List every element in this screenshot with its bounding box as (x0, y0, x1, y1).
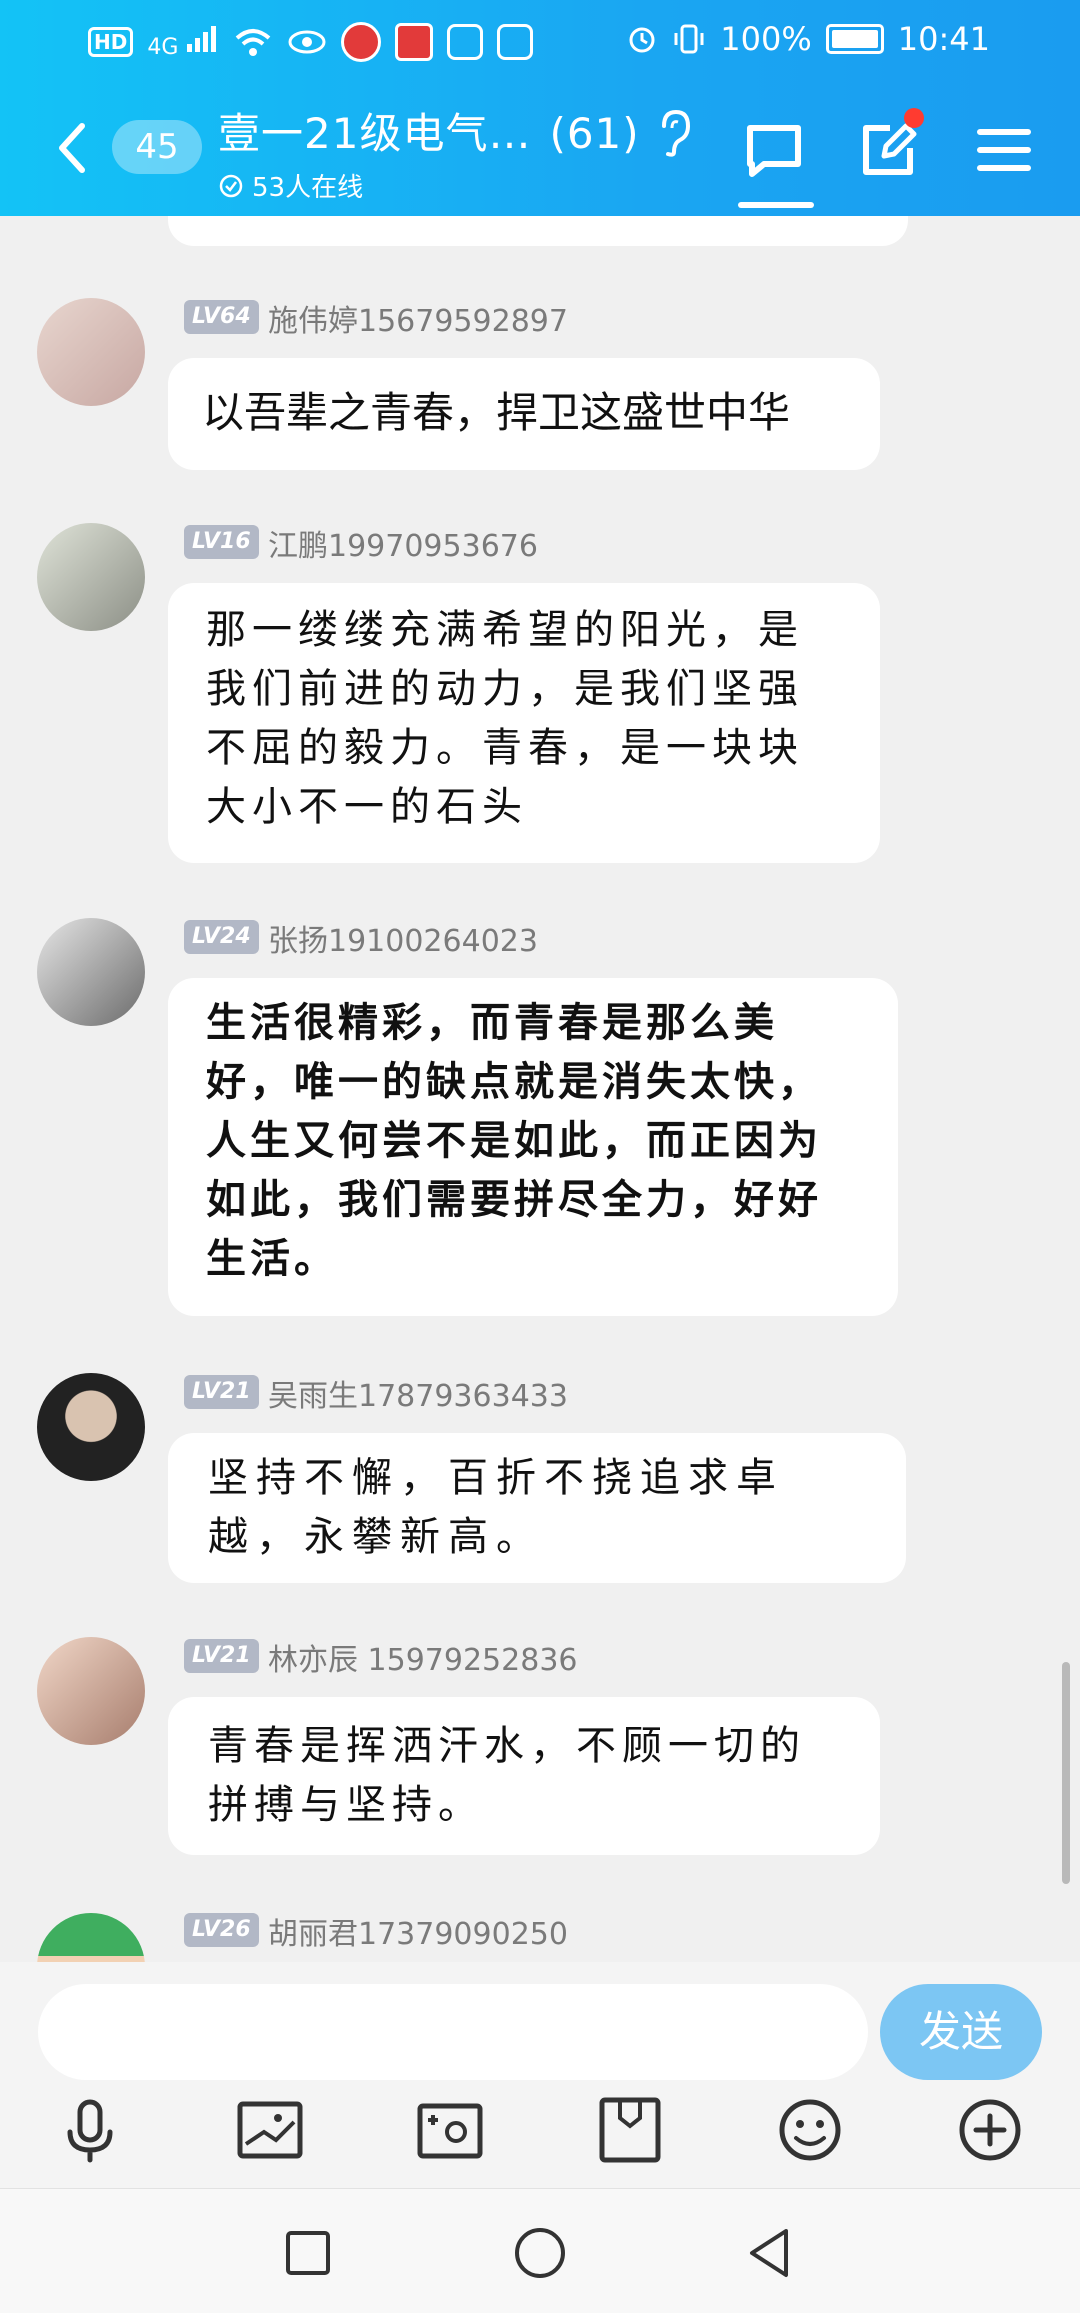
scrollbar[interactable] (1062, 1662, 1070, 1884)
message-text: 坚持不懈，百折不挠追求卓越，永攀新高。 (208, 1455, 784, 1560)
back-icon[interactable] (52, 118, 92, 178)
hd-indicator: HD (88, 27, 134, 57)
camera-icon[interactable] (412, 2092, 488, 2168)
active-tab-indicator (738, 202, 814, 208)
message-bubble[interactable]: 青春是挥洒汗水，不顾一切的拼搏与坚持。 (168, 1697, 880, 1855)
avatar[interactable] (37, 298, 145, 406)
emoji-icon[interactable] (772, 2092, 848, 2168)
chat-icon[interactable] (742, 118, 806, 182)
clock-time: 10:41 (897, 20, 990, 58)
folder-icon[interactable] (592, 2092, 668, 2168)
recent-apps-icon[interactable] (278, 2223, 338, 2283)
ear-icon[interactable] (656, 108, 692, 158)
message-text: 以吾辈之青春，捍卫这盛世中华 (202, 388, 791, 437)
notification-dot (904, 108, 924, 128)
status-bar: HD 4G 100% 10:41 (0, 18, 1080, 64)
level-badge: LV16 (184, 525, 259, 559)
avatar[interactable] (37, 1373, 145, 1481)
level-badge: LV64 (184, 300, 259, 334)
image-icon[interactable] (232, 2092, 308, 2168)
back-nav-icon[interactable] (740, 2223, 800, 2283)
menu-icon[interactable] (972, 118, 1036, 182)
battery-percent: 100% (720, 20, 812, 58)
level-badge: LV21 (184, 1639, 259, 1673)
online-check-icon (219, 174, 243, 197)
wifi-icon (236, 29, 271, 56)
sender-name[interactable]: 胡丽君17379090250 (268, 1909, 568, 1953)
member-count: (61) (549, 109, 640, 158)
level-badge: LV21 (184, 1375, 259, 1409)
app-notification-icon (395, 23, 434, 61)
sender-name[interactable]: 施伟婷15679592897 (268, 296, 568, 340)
chat-message-list[interactable]: LV64 施伟婷15679592897 以吾辈之青春，捍卫这盛世中华 LV16 … (0, 216, 1080, 1962)
sender-name[interactable]: 江鹏19970953676 (268, 521, 538, 565)
signal-icon: 4G (147, 24, 219, 60)
send-button[interactable]: 发送 (880, 1984, 1042, 2080)
avatar[interactable] (37, 523, 145, 631)
sender-name[interactable]: 吴雨生17879363433 (268, 1371, 568, 1415)
sender-name[interactable]: 林亦辰 15979252836 (268, 1635, 578, 1679)
message-bubble[interactable]: 生活很精彩，而青春是那么美好，唯一的缺点就是消失太快，人生又何尝不是如此，而正因… (168, 978, 898, 1316)
message-text: 青春是挥洒汗水，不顾一切的拼搏与坚持。 (208, 1723, 806, 1828)
sender-name[interactable]: 张扬19100264023 (268, 916, 538, 960)
vibrate-icon (674, 24, 704, 54)
message-bubble[interactable]: 那一缕缕充满希望的阳光，是我们前进的动力，是我们坚强不屈的毅力。青春，是一块块大… (168, 583, 880, 863)
plus-icon[interactable] (952, 2092, 1028, 2168)
battery-icon (825, 24, 884, 54)
alarm-icon (629, 27, 655, 53)
avatar[interactable] (37, 918, 145, 1026)
level-badge: LV26 (184, 1913, 259, 1947)
message-text: 那一缕缕充满希望的阳光，是我们前进的动力，是我们坚强不屈的毅力。青春，是一块块大… (206, 607, 804, 830)
app-header: HD 4G 100% 10:41 45 壹一21级电气… (61) 53人在线 (0, 0, 1080, 216)
avatar[interactable] (37, 1637, 145, 1745)
home-icon[interactable] (510, 2223, 570, 2283)
mic-icon[interactable] (52, 2092, 128, 2168)
online-status: 53人在线 (218, 167, 738, 204)
unread-count-badge[interactable]: 45 (112, 120, 202, 174)
security-app-icon (447, 24, 484, 60)
system-navigation-bar (0, 2188, 1080, 2313)
message-input[interactable] (38, 1984, 868, 2080)
message-composer: 发送 (0, 1962, 1080, 2188)
level-badge: LV24 (184, 920, 259, 954)
message-bubble[interactable]: 坚持不懈，百折不挠追求卓越，永攀新高。 (168, 1433, 906, 1583)
message-bubble[interactable]: 以吾辈之青春，捍卫这盛世中华 (168, 358, 880, 470)
message-text: 生活很精彩，而青春是那么美好，唯一的缺点就是消失太快，人生又何尝不是如此，而正因… (206, 1000, 822, 1282)
eye-icon (288, 30, 326, 54)
app-notification-icon (341, 22, 382, 62)
avatar[interactable] (37, 1913, 145, 1962)
hand-app-icon (497, 24, 534, 60)
message-bubble-partial[interactable] (168, 216, 908, 246)
